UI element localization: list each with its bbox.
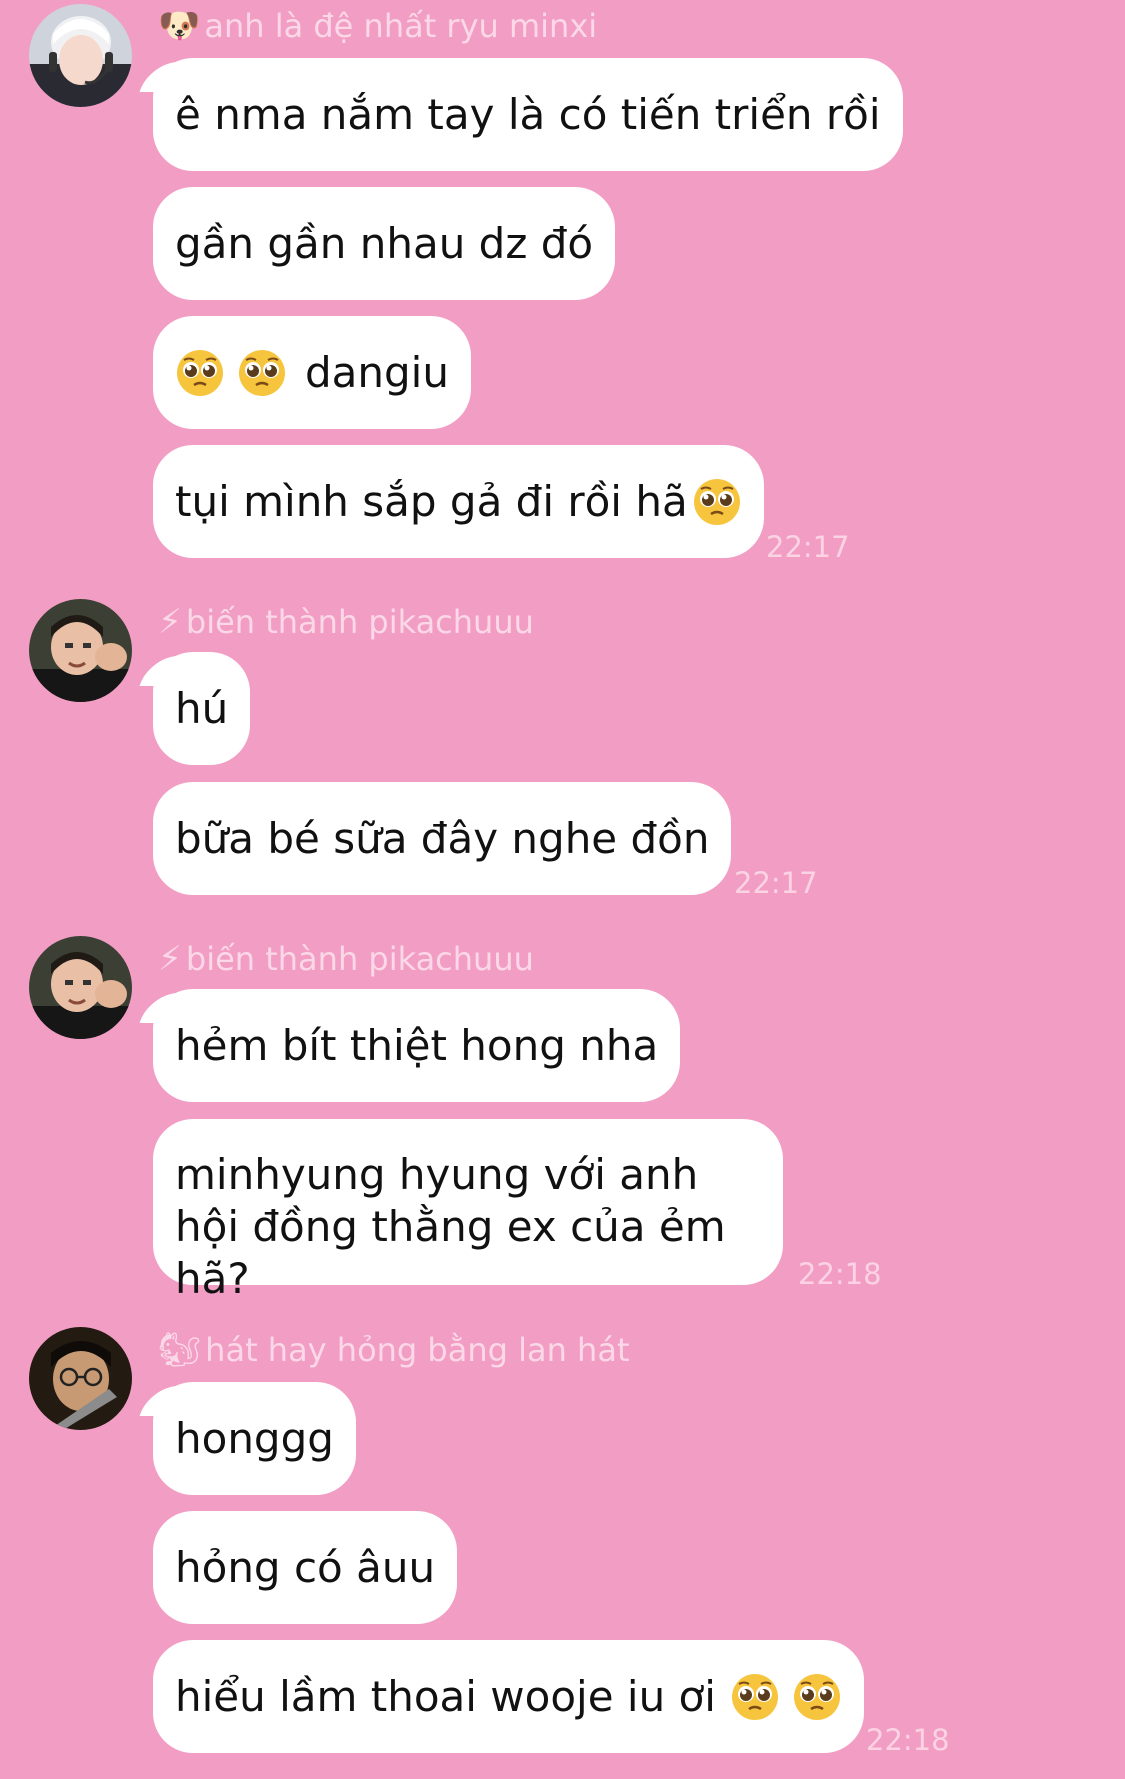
message-text: hú: [175, 683, 229, 733]
pleading-face-icon: [237, 348, 287, 398]
pleading-face-icon: [175, 348, 225, 398]
sender-label: hát hay hỏng bằng lan hát: [205, 1331, 630, 1369]
message-bubble[interactable]: honggg: [153, 1382, 356, 1495]
message-text: hiểu lầm thoai wooje iu ơi: [175, 1671, 716, 1721]
message-bubble[interactable]: hẻm bít thiệt hong nha: [153, 989, 681, 1102]
message-text: gần gần nhau dz đó: [175, 218, 594, 268]
avatar[interactable]: [29, 4, 132, 107]
avatar[interactable]: [29, 936, 132, 1039]
message-text: hẻm bít thiệt hong nha: [175, 1020, 659, 1070]
message-timestamp: 22:18: [866, 1723, 950, 1757]
message-bubble[interactable]: tụi mình sắp gả đi rồi hã: [153, 445, 764, 558]
message-text: honggg: [175, 1413, 334, 1463]
sender-label: biến thành pikachuuu: [185, 940, 534, 978]
message-timestamp: 22:17: [766, 530, 850, 564]
dog-face-icon: 🐶: [158, 6, 201, 46]
message-text: tụi mình sắp gả đi rồi hã: [175, 476, 688, 526]
chipmunk-icon: 🐿: [158, 1330, 202, 1370]
sender-name: 🐿 hát hay hỏng bằng lan hát: [158, 1330, 629, 1370]
message-bubble[interactable]: hỏng có âuu: [153, 1511, 458, 1624]
sender-name: ⚡ biến thành pikachuuu: [158, 602, 534, 642]
message-text: minhyung hyung với anh hội đồng thằng ex…: [175, 1150, 726, 1303]
message-bubble[interactable]: ê nma nắm tay là có tiến triển rồi: [153, 58, 903, 171]
lightning-icon: ⚡: [158, 939, 182, 979]
chat-thread: 🐶 anh là đệ nhất ryu minxi ê nma nắm tay…: [0, 0, 1125, 1779]
message-bubble[interactable]: dangiu: [153, 316, 471, 429]
message-bubble[interactable]: hú: [153, 652, 251, 765]
message-text: bữa bé sữa đây nghe đồn: [175, 813, 710, 863]
message-bubble[interactable]: minhyung hyung với anh hội đồng thằng ex…: [153, 1119, 783, 1303]
avatar[interactable]: [29, 1327, 132, 1430]
pleading-face-icon: [792, 1672, 842, 1722]
avatar[interactable]: [29, 599, 132, 702]
message-timestamp: 22:18: [798, 1257, 882, 1291]
pleading-face-icon: [692, 477, 742, 527]
message-text: dangiu: [305, 347, 449, 397]
sender-name: 🐶 anh là đệ nhất ryu minxi: [158, 6, 597, 46]
pleading-face-icon: [730, 1672, 780, 1722]
sender-label: biến thành pikachuuu: [185, 603, 534, 641]
message-bubble[interactable]: hiểu lầm thoai wooje iu ơi: [153, 1640, 864, 1753]
message-text: ê nma nắm tay là có tiến triển rồi: [175, 89, 881, 139]
message-text: hỏng có âuu: [175, 1542, 436, 1592]
message-bubble[interactable]: bữa bé sữa đây nghe đồn: [153, 782, 732, 895]
message-bubble[interactable]: gần gần nhau dz đó: [153, 187, 616, 300]
sender-label: anh là đệ nhất ryu minxi: [204, 7, 598, 45]
sender-name: ⚡ biến thành pikachuuu: [158, 939, 534, 979]
message-timestamp: 22:17: [734, 866, 818, 900]
lightning-icon: ⚡: [158, 602, 182, 642]
